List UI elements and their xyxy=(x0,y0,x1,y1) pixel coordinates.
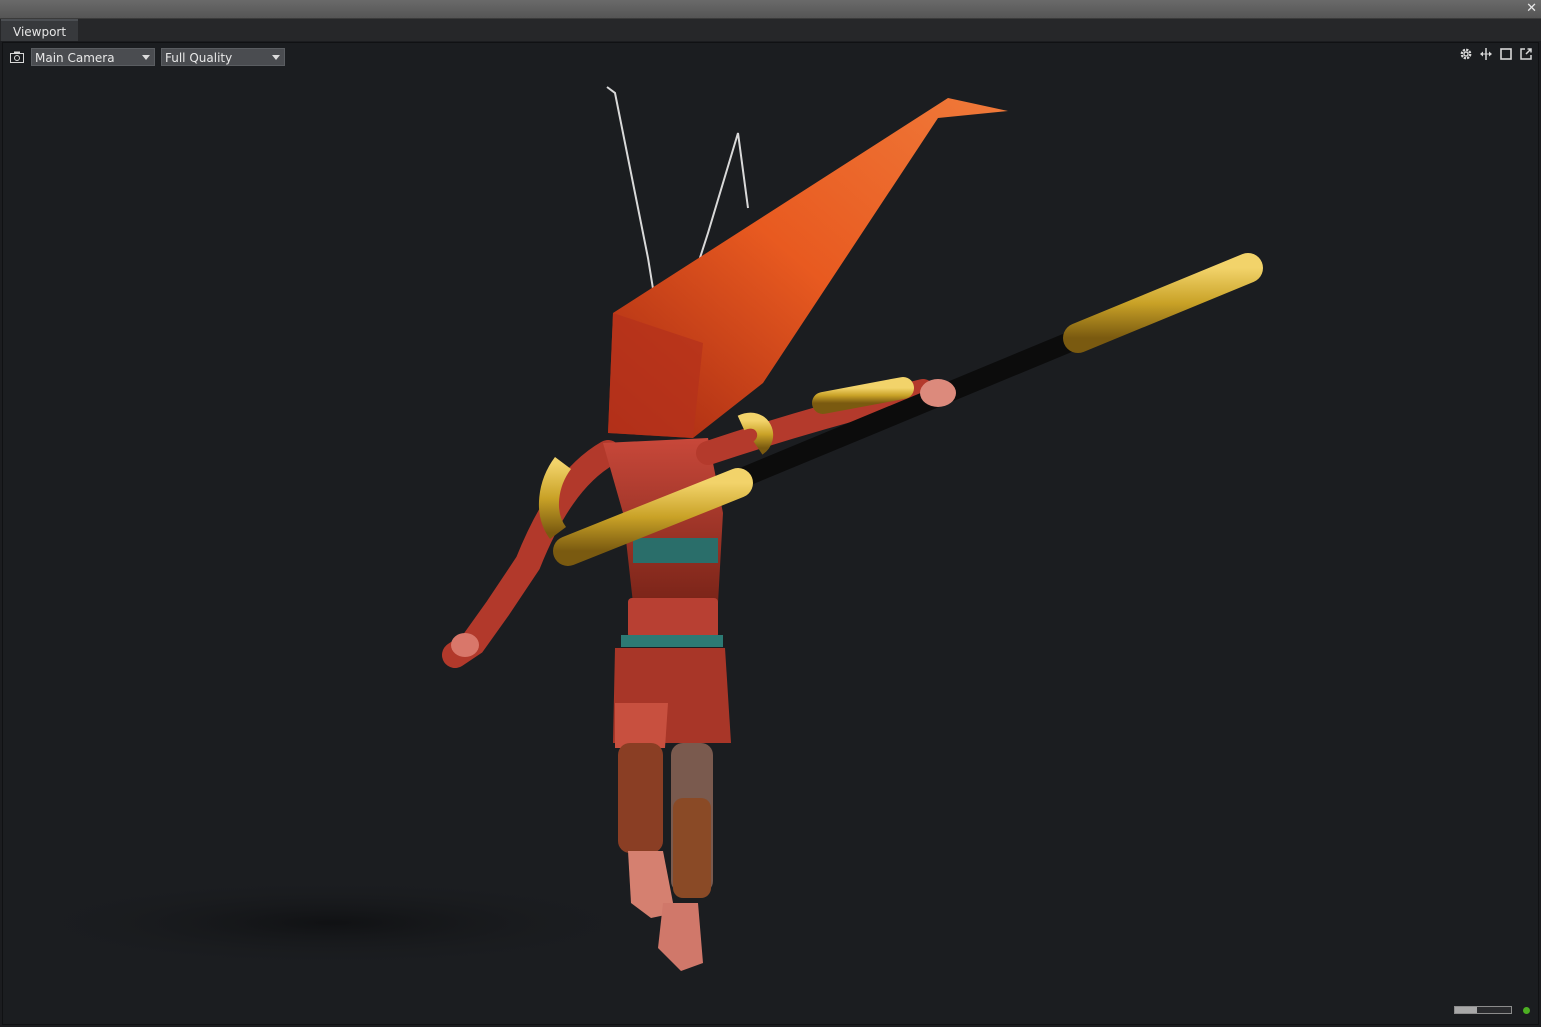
render-progress-bar xyxy=(1454,1006,1512,1014)
camera-select[interactable]: Main Camera xyxy=(31,48,155,66)
right-foot xyxy=(658,903,703,971)
left-fist xyxy=(451,633,479,657)
right-hand xyxy=(920,379,956,407)
close-icon[interactable]: ✕ xyxy=(1526,1,1537,17)
maximize-square-icon[interactable] xyxy=(1498,46,1514,62)
chevron-down-icon xyxy=(142,55,150,60)
render-progress-fill xyxy=(1455,1007,1478,1013)
window-titlebar: ✕ xyxy=(0,0,1541,19)
viewport-panel[interactable]: Main Camera Full Quality xyxy=(2,42,1539,1025)
left-leg xyxy=(618,743,663,853)
ground-shadow xyxy=(13,878,653,968)
antenna-left xyxy=(606,86,656,302)
quality-select[interactable]: Full Quality xyxy=(161,48,285,66)
popout-icon[interactable] xyxy=(1518,46,1534,62)
gear-icon[interactable] xyxy=(1458,46,1474,62)
viewport-toolbar: Main Camera Full Quality xyxy=(9,47,285,67)
tab-viewport[interactable]: Viewport xyxy=(1,19,79,41)
viewport-right-tools xyxy=(1458,46,1534,62)
viewport-3d-scene[interactable] xyxy=(3,43,1539,1025)
quality-select-value: Full Quality xyxy=(165,51,233,65)
status-indicator-icon xyxy=(1523,1007,1530,1014)
tab-strip: Viewport xyxy=(0,19,1541,41)
chevron-down-icon xyxy=(272,55,280,60)
camera-select-value: Main Camera xyxy=(35,51,115,65)
pan-arrows-icon[interactable] xyxy=(1478,46,1494,62)
camera-icon[interactable] xyxy=(9,49,25,65)
